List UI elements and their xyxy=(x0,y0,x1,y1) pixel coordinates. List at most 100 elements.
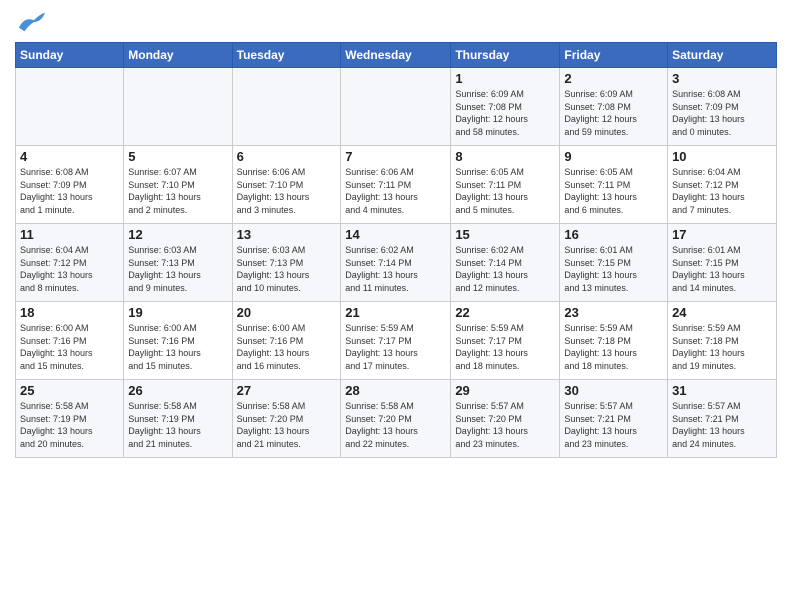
calendar-cell: 1 Sunrise: 6:09 AMSunset: 7:08 PMDaylight… xyxy=(451,68,560,146)
calendar-cell: 23 Sunrise: 5:59 AMSunset: 7:18 PMDayligh… xyxy=(560,302,668,380)
day-detail: Sunrise: 6:06 AMSunset: 7:11 PMDaylight:… xyxy=(345,166,446,216)
day-detail: Sunrise: 6:00 AMSunset: 7:16 PMDaylight:… xyxy=(237,322,337,372)
day-detail: Sunrise: 6:06 AMSunset: 7:10 PMDaylight:… xyxy=(237,166,337,216)
day-number: 2 xyxy=(564,71,663,86)
calendar-cell: 29 Sunrise: 5:57 AMSunset: 7:20 PMDayligh… xyxy=(451,380,560,458)
day-number: 23 xyxy=(564,305,663,320)
calendar-cell: 8Sunrise: 6:05 AMSunset: 7:11 PMDaylight… xyxy=(451,146,560,224)
day-number: 15 xyxy=(455,227,555,242)
day-detail: Sunrise: 6:04 AMSunset: 7:12 PMDaylight:… xyxy=(20,244,119,294)
day-number: 4 xyxy=(20,149,119,164)
calendar-cell: 16Sunrise: 6:01 AMSunset: 7:15 PMDayligh… xyxy=(560,224,668,302)
day-number: 7 xyxy=(345,149,446,164)
calendar-cell xyxy=(232,68,341,146)
day-number: 18 xyxy=(20,305,119,320)
calendar-cell: 17 Sunrise: 6:01 AMSunset: 7:15 PMDayligh… xyxy=(668,224,777,302)
day-detail: Sunrise: 5:59 AMSunset: 7:17 PMDaylight:… xyxy=(345,322,446,372)
day-number: 13 xyxy=(237,227,337,242)
day-detail: Sunrise: 5:57 AMSunset: 7:21 PMDaylight:… xyxy=(564,400,663,450)
day-detail: Sunrise: 6:00 AMSunset: 7:16 PMDaylight:… xyxy=(20,322,119,372)
weekday-header-monday: Monday xyxy=(124,43,232,68)
day-detail: Sunrise: 5:58 AMSunset: 7:20 PMDaylight:… xyxy=(345,400,446,450)
day-detail: Sunrise: 5:58 AMSunset: 7:20 PMDaylight:… xyxy=(237,400,337,450)
calendar-cell: 20Sunrise: 6:00 AMSunset: 7:16 PMDayligh… xyxy=(232,302,341,380)
calendar-cell: 24 Sunrise: 5:59 AMSunset: 7:18 PMDayligh… xyxy=(668,302,777,380)
day-number: 22 xyxy=(455,305,555,320)
calendar-cell: 30 Sunrise: 5:57 AMSunset: 7:21 PMDayligh… xyxy=(560,380,668,458)
calendar-body: 1 Sunrise: 6:09 AMSunset: 7:08 PMDaylight… xyxy=(16,68,777,458)
calendar-cell: 18 Sunrise: 6:00 AMSunset: 7:16 PMDayligh… xyxy=(16,302,124,380)
calendar-cell: 4 Sunrise: 6:08 AMSunset: 7:09 PMDaylight… xyxy=(16,146,124,224)
day-number: 24 xyxy=(672,305,772,320)
calendar-cell: 27 Sunrise: 5:58 AMSunset: 7:20 PMDayligh… xyxy=(232,380,341,458)
calendar-cell: 10 Sunrise: 6:04 AMSunset: 7:12 PMDayligh… xyxy=(668,146,777,224)
calendar-cell: 25 Sunrise: 5:58 AMSunset: 7:19 PMDayligh… xyxy=(16,380,124,458)
day-number: 10 xyxy=(672,149,772,164)
day-detail: Sunrise: 6:09 AMSunset: 7:08 PMDaylight:… xyxy=(455,88,555,138)
calendar-cell: 19 Sunrise: 6:00 AMSunset: 7:16 PMDayligh… xyxy=(124,302,232,380)
day-detail: Sunrise: 5:59 AMSunset: 7:17 PMDaylight:… xyxy=(455,322,555,372)
calendar-week-1: 1 Sunrise: 6:09 AMSunset: 7:08 PMDaylight… xyxy=(16,68,777,146)
day-number: 26 xyxy=(128,383,227,398)
day-number: 14 xyxy=(345,227,446,242)
logo-bird-icon xyxy=(17,10,47,34)
day-number: 9 xyxy=(564,149,663,164)
calendar-week-2: 4 Sunrise: 6:08 AMSunset: 7:09 PMDaylight… xyxy=(16,146,777,224)
day-number: 1 xyxy=(455,71,555,86)
calendar-week-3: 11 Sunrise: 6:04 AMSunset: 7:12 PMDayligh… xyxy=(16,224,777,302)
weekday-header-tuesday: Tuesday xyxy=(232,43,341,68)
calendar-cell: 31Sunrise: 5:57 AMSunset: 7:21 PMDayligh… xyxy=(668,380,777,458)
day-detail: Sunrise: 6:05 AMSunset: 7:11 PMDaylight:… xyxy=(455,166,555,216)
calendar-header: SundayMondayTuesdayWednesdayThursdayFrid… xyxy=(16,43,777,68)
day-number: 25 xyxy=(20,383,119,398)
day-detail: Sunrise: 6:03 AMSunset: 7:13 PMDaylight:… xyxy=(128,244,227,294)
calendar-cell: 21Sunrise: 5:59 AMSunset: 7:17 PMDayligh… xyxy=(341,302,451,380)
day-number: 19 xyxy=(128,305,227,320)
calendar-week-4: 18 Sunrise: 6:00 AMSunset: 7:16 PMDayligh… xyxy=(16,302,777,380)
day-detail: Sunrise: 6:00 AMSunset: 7:16 PMDaylight:… xyxy=(128,322,227,372)
weekday-header-row: SundayMondayTuesdayWednesdayThursdayFrid… xyxy=(16,43,777,68)
header xyxy=(15,10,777,34)
day-detail: Sunrise: 6:05 AMSunset: 7:11 PMDaylight:… xyxy=(564,166,663,216)
day-detail: Sunrise: 6:04 AMSunset: 7:12 PMDaylight:… xyxy=(672,166,772,216)
weekday-header-saturday: Saturday xyxy=(668,43,777,68)
day-detail: Sunrise: 6:08 AMSunset: 7:09 PMDaylight:… xyxy=(20,166,119,216)
calendar-cell: 3 Sunrise: 6:08 AMSunset: 7:09 PMDaylight… xyxy=(668,68,777,146)
day-detail: Sunrise: 6:08 AMSunset: 7:09 PMDaylight:… xyxy=(672,88,772,138)
weekday-header-wednesday: Wednesday xyxy=(341,43,451,68)
day-number: 3 xyxy=(672,71,772,86)
logo-text xyxy=(15,10,47,34)
calendar-cell xyxy=(341,68,451,146)
day-number: 27 xyxy=(237,383,337,398)
day-number: 17 xyxy=(672,227,772,242)
weekday-header-thursday: Thursday xyxy=(451,43,560,68)
day-number: 11 xyxy=(20,227,119,242)
day-number: 6 xyxy=(237,149,337,164)
day-detail: Sunrise: 5:59 AMSunset: 7:18 PMDaylight:… xyxy=(672,322,772,372)
day-detail: Sunrise: 5:57 AMSunset: 7:20 PMDaylight:… xyxy=(455,400,555,450)
day-detail: Sunrise: 6:03 AMSunset: 7:13 PMDaylight:… xyxy=(237,244,337,294)
day-number: 12 xyxy=(128,227,227,242)
calendar-cell: 13 Sunrise: 6:03 AMSunset: 7:13 PMDayligh… xyxy=(232,224,341,302)
day-number: 29 xyxy=(455,383,555,398)
weekday-header-friday: Friday xyxy=(560,43,668,68)
calendar-cell xyxy=(124,68,232,146)
calendar-cell: 12 Sunrise: 6:03 AMSunset: 7:13 PMDayligh… xyxy=(124,224,232,302)
calendar-cell: 22 Sunrise: 5:59 AMSunset: 7:17 PMDayligh… xyxy=(451,302,560,380)
calendar-cell: 7 Sunrise: 6:06 AMSunset: 7:11 PMDaylight… xyxy=(341,146,451,224)
day-detail: Sunrise: 6:07 AMSunset: 7:10 PMDaylight:… xyxy=(128,166,227,216)
calendar-cell: 11 Sunrise: 6:04 AMSunset: 7:12 PMDayligh… xyxy=(16,224,124,302)
weekday-header-sunday: Sunday xyxy=(16,43,124,68)
day-number: 30 xyxy=(564,383,663,398)
day-detail: Sunrise: 5:59 AMSunset: 7:18 PMDaylight:… xyxy=(564,322,663,372)
day-number: 5 xyxy=(128,149,227,164)
calendar-cell xyxy=(16,68,124,146)
day-detail: Sunrise: 6:01 AMSunset: 7:15 PMDaylight:… xyxy=(672,244,772,294)
day-detail: Sunrise: 6:02 AMSunset: 7:14 PMDaylight:… xyxy=(345,244,446,294)
calendar-cell: 5 Sunrise: 6:07 AMSunset: 7:10 PMDaylight… xyxy=(124,146,232,224)
day-detail: Sunrise: 5:58 AMSunset: 7:19 PMDaylight:… xyxy=(128,400,227,450)
day-detail: Sunrise: 5:58 AMSunset: 7:19 PMDaylight:… xyxy=(20,400,119,450)
calendar-cell: 14 Sunrise: 6:02 AMSunset: 7:14 PMDayligh… xyxy=(341,224,451,302)
calendar-table: SundayMondayTuesdayWednesdayThursdayFrid… xyxy=(15,42,777,458)
logo xyxy=(15,10,47,34)
